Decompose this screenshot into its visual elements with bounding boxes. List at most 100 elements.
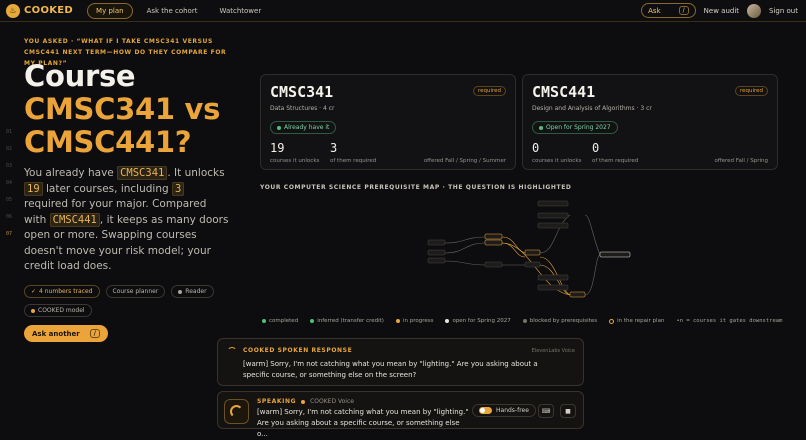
toggle-switch-icon — [479, 407, 492, 414]
legend-item: •n = courses it gates downstream — [676, 318, 782, 324]
status-badge: Already have it — [270, 121, 337, 134]
spoken-response-panel: COOKED SPOKEN RESPONSE ElevenLabs Voice … — [217, 338, 584, 386]
course-tag-cmsc441[interactable]: CMSC441 — [49, 212, 100, 227]
top-right-actions: Ask / New audit Sign out — [641, 3, 798, 18]
hands-free-toggle[interactable]: Hands-free — [472, 404, 536, 417]
legend-dot-icon — [310, 319, 315, 323]
hands-free-label: Hands-free — [496, 407, 529, 414]
chip-reader[interactable]: Reader — [171, 285, 214, 298]
main-nav: My plan Ask the cohort Watchtower — [87, 2, 269, 19]
keyboard-icon: ⌨ — [541, 407, 551, 415]
legend-dot-icon — [262, 319, 266, 323]
line-number: 06 — [6, 214, 13, 220]
line-number: 05 — [6, 197, 13, 203]
status-dot-icon — [277, 125, 281, 130]
new-audit-link[interactable]: New audit — [704, 7, 739, 15]
legend-item: open for Spring 2027 — [445, 318, 511, 324]
chip-numbers-traced[interactable]: ✓ 4 numbers traced — [24, 285, 100, 298]
legend-item: inferred (transfer credit) — [310, 318, 384, 324]
live-dot-icon — [301, 399, 306, 404]
title-line-2: CMSC341 vs — [24, 92, 221, 126]
legend-dot-icon — [522, 319, 527, 323]
legend-label: inferred (transfer credit) — [317, 318, 384, 324]
ask-button[interactable]: Ask / — [641, 3, 696, 18]
nav-ask-the-cohort[interactable]: Ask the cohort — [139, 4, 206, 18]
voice-wave-icon — [230, 405, 243, 418]
line-number: 07 — [6, 231, 13, 237]
check-icon: ✓ — [31, 288, 37, 295]
status-badge: Open for Spring 2027 — [532, 121, 618, 134]
prerequisite-map[interactable] — [420, 195, 640, 305]
required-badge: required — [472, 86, 506, 96]
map-legend: completed inferred (transfer credit) in … — [262, 318, 782, 324]
speaking-heading: SPEAKING COOKED Voice — [257, 398, 354, 405]
legend-label: open for Spring 2027 — [452, 318, 511, 324]
chip-cooked-model[interactable]: COOKED model — [24, 304, 92, 317]
legend-dot-icon — [445, 319, 450, 323]
status-label: Open for Spring 2027 — [546, 124, 611, 131]
avatar[interactable] — [747, 3, 762, 18]
ask-another-button[interactable]: Ask another / — [24, 325, 108, 342]
loading-spinner-icon — [227, 347, 237, 357]
nav-watchtower[interactable]: Watchtower — [211, 4, 269, 18]
required-label: of them required — [592, 158, 639, 164]
unlocks-label: courses it unlocks — [532, 158, 582, 164]
chef-hat-icon: ♨ — [6, 3, 20, 18]
required-badge: required — [734, 86, 768, 96]
line-number: 01 — [6, 129, 13, 135]
legend-label: blocked by prerequisites — [529, 318, 598, 324]
app-logo[interactable]: ♨ COOKED — [6, 3, 74, 18]
course-code: CMSC341 — [270, 83, 334, 101]
course-card-cmsc441[interactable]: CMSC441 Design and Analysis of Algorithm… — [522, 74, 778, 170]
nav-my-plan[interactable]: My plan — [87, 2, 133, 19]
app-name: COOKED — [24, 5, 74, 16]
page-title: Course CMSC341 vs CMSC441? — [24, 60, 220, 159]
legend-item: in the repair plan — [609, 318, 664, 324]
top-bar: ♨ COOKED My plan Ask the cohort Watchtow… — [0, 0, 806, 22]
voice-name: COOKED Voice — [310, 398, 354, 405]
legend-item: in progress — [395, 318, 433, 324]
ask-shortcut-key: / — [678, 6, 689, 15]
required-count: 3 — [330, 141, 338, 155]
status-label: Already have it — [284, 124, 330, 131]
legend-dot-icon — [395, 319, 400, 323]
line-number: 02 — [6, 146, 13, 152]
offered-terms: offered Fall / Spring / Summer — [423, 158, 506, 164]
dot-icon — [31, 308, 35, 313]
legend-label: in the repair plan — [617, 318, 665, 324]
line-number: 04 — [6, 180, 13, 186]
legend-label: completed — [269, 318, 299, 324]
speaking-label: SPEAKING — [257, 398, 297, 405]
course-subtitle: Design and Analysis of Algorithms · 3 cr — [532, 105, 652, 112]
ask-another-shortcut: / — [89, 329, 100, 338]
number-tag-required[interactable]: 3 — [171, 181, 185, 196]
para-text: You already have — [24, 167, 118, 179]
spoken-response-heading: COOKED SPOKEN RESPONSE — [243, 347, 353, 354]
chip-course-planner[interactable]: Course planner — [105, 285, 166, 298]
keyboard-button[interactable]: ⌨ — [538, 404, 554, 418]
stop-icon: ■ — [565, 407, 571, 415]
required-count: 0 — [592, 141, 600, 155]
voice-avatar[interactable] — [224, 399, 249, 424]
line-number: 03 — [6, 163, 13, 169]
number-tag-unlocks[interactable]: 19 — [24, 181, 43, 196]
chip-label: 4 numbers traced — [39, 288, 93, 295]
answer-paragraph: You already have CMSC341. It unlocks 19 … — [24, 166, 229, 275]
unlocks-count: 0 — [532, 141, 540, 155]
sign-out-link[interactable]: Sign out — [769, 7, 798, 15]
course-tag-cmsc341[interactable]: CMSC341 — [117, 166, 168, 180]
course-card-cmsc341[interactable]: CMSC341 Data Structures · 4 cr required … — [260, 74, 516, 170]
stop-button[interactable]: ■ — [560, 404, 576, 418]
title-line-3: CMSC441? — [24, 125, 192, 159]
chip-label: COOKED model — [38, 307, 85, 314]
para-text: later courses, including — [42, 182, 172, 195]
speaking-bar: SPEAKING COOKED Voice [warm] Sorry, I'm … — [217, 391, 584, 438]
dot-icon — [178, 289, 183, 294]
course-code: CMSC441 — [532, 83, 596, 101]
title-line-1: Course — [24, 59, 136, 93]
para-text: . It unlocks — [167, 167, 225, 179]
offered-terms: offered Fall / Spring — [714, 158, 769, 164]
prerequisite-map-title: YOUR COMPUTER SCIENCE PREREQUISITE MAP ·… — [260, 184, 572, 191]
ask-label: Ask — [648, 6, 661, 15]
line-numbers: 01 02 03 04 05 06 07 — [6, 124, 12, 243]
